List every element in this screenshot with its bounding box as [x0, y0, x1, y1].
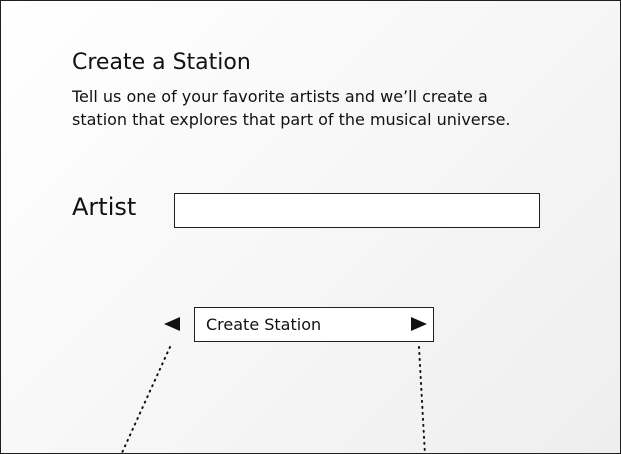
- artist-input[interactable]: [174, 193, 540, 228]
- panel-description: Tell us one of your favorite artists and…: [72, 87, 511, 129]
- panel-title: Create a Station: [72, 50, 251, 75]
- triangle-left-icon: [164, 317, 180, 331]
- create-station-button[interactable]: Create Station: [194, 307, 434, 342]
- triangle-right-icon: [411, 317, 427, 331]
- artist-label: Artist: [72, 193, 137, 221]
- create-station-panel: Create a Station Tell us one of your fav…: [0, 0, 621, 454]
